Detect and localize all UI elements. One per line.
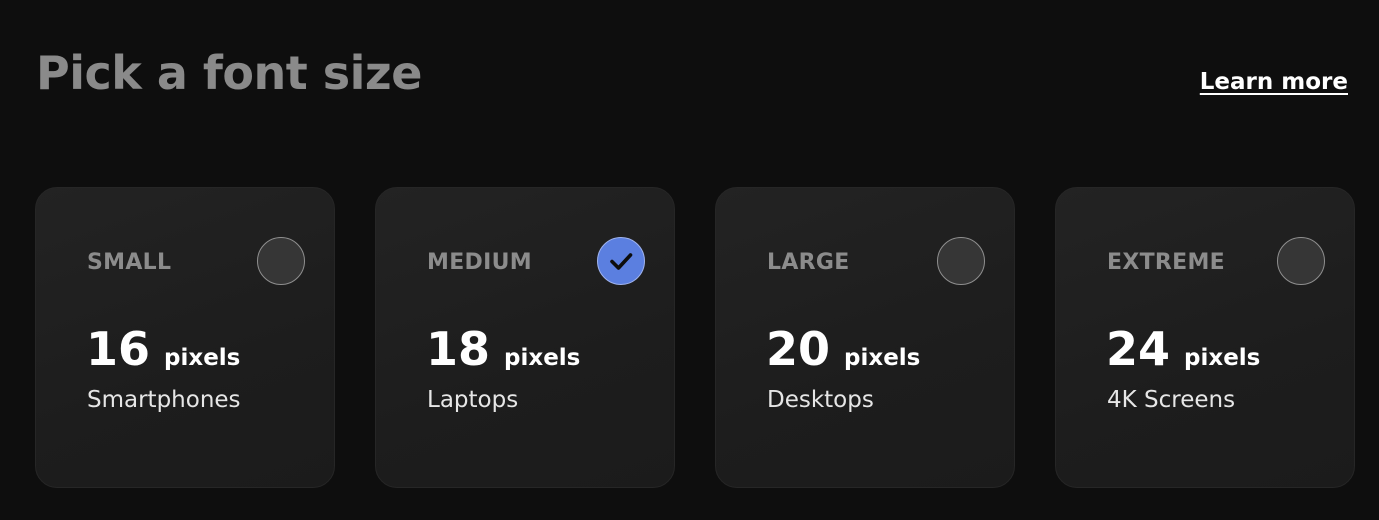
font-size-options: SMALL 16 pixels Smartphones MEDIUM 18 pi… xyxy=(35,187,1355,488)
radio-empty-icon[interactable] xyxy=(937,237,985,285)
radio-empty-icon[interactable] xyxy=(1277,237,1325,285)
size-unit: pixels xyxy=(164,345,241,371)
option-card-large[interactable]: LARGE 20 pixels Desktops xyxy=(715,187,1015,488)
size-value: 20 pixels xyxy=(766,322,920,376)
page-title: Pick a font size xyxy=(36,46,422,100)
option-label: MEDIUM xyxy=(427,250,532,275)
size-unit: pixels xyxy=(504,345,581,371)
checkmark-icon[interactable] xyxy=(597,237,645,285)
option-card-medium[interactable]: MEDIUM 18 pixels Laptops xyxy=(375,187,675,488)
device-label: Laptops xyxy=(427,387,519,413)
size-value: 18 pixels xyxy=(426,322,580,376)
learn-more-link[interactable]: Learn more xyxy=(1200,68,1348,96)
size-number: 24 xyxy=(1106,322,1171,376)
size-value: 16 pixels xyxy=(86,322,240,376)
size-unit: pixels xyxy=(1184,345,1261,371)
size-value: 24 pixels xyxy=(1106,322,1260,376)
size-unit: pixels xyxy=(844,345,921,371)
device-label: Smartphones xyxy=(87,387,241,413)
option-card-extreme[interactable]: EXTREME 24 pixels 4K Screens xyxy=(1055,187,1355,488)
size-number: 18 xyxy=(426,322,491,376)
radio-empty-icon[interactable] xyxy=(257,237,305,285)
option-label: LARGE xyxy=(767,250,850,275)
size-number: 16 xyxy=(86,322,151,376)
option-card-small[interactable]: SMALL 16 pixels Smartphones xyxy=(35,187,335,488)
device-label: Desktops xyxy=(767,387,874,413)
option-label: SMALL xyxy=(87,250,172,275)
option-label: EXTREME xyxy=(1107,250,1225,275)
device-label: 4K Screens xyxy=(1107,387,1236,413)
size-number: 20 xyxy=(766,322,831,376)
